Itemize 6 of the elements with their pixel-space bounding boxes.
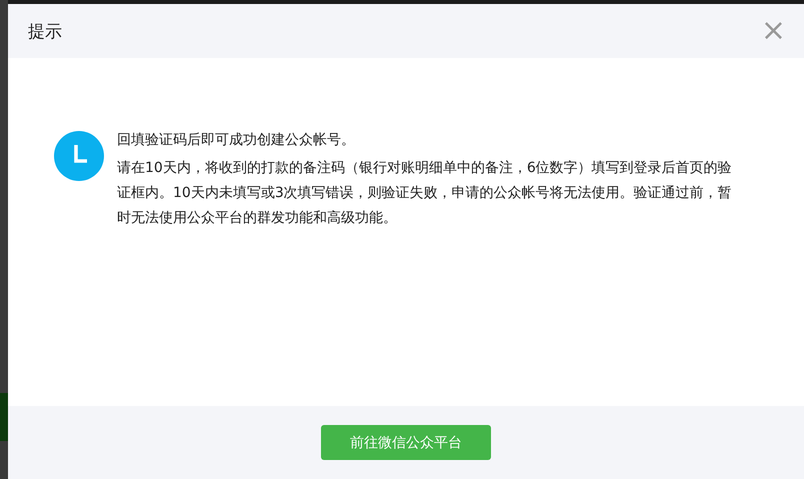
clock-icon [54,131,104,181]
dialog-title: 提示 [28,20,62,42]
message-text: 请在10天内，将收到的打款的备注码（银行对账明细单中的备注，6位数字）填写到登录后首页的验证框内。10天内未填写或3次填写错误，则验证失败，申请的公众帐号将无法使用。验证通过前，暂时无法使用公众平台的群发功能和高级功能。 [117,159,733,228]
close-button[interactable]: × [756,16,790,46]
message-headline: 回填验证码后即可成功创建公众帐号。 [117,131,356,150]
go-button[interactable]: 前往微信公众平台 [321,425,491,460]
